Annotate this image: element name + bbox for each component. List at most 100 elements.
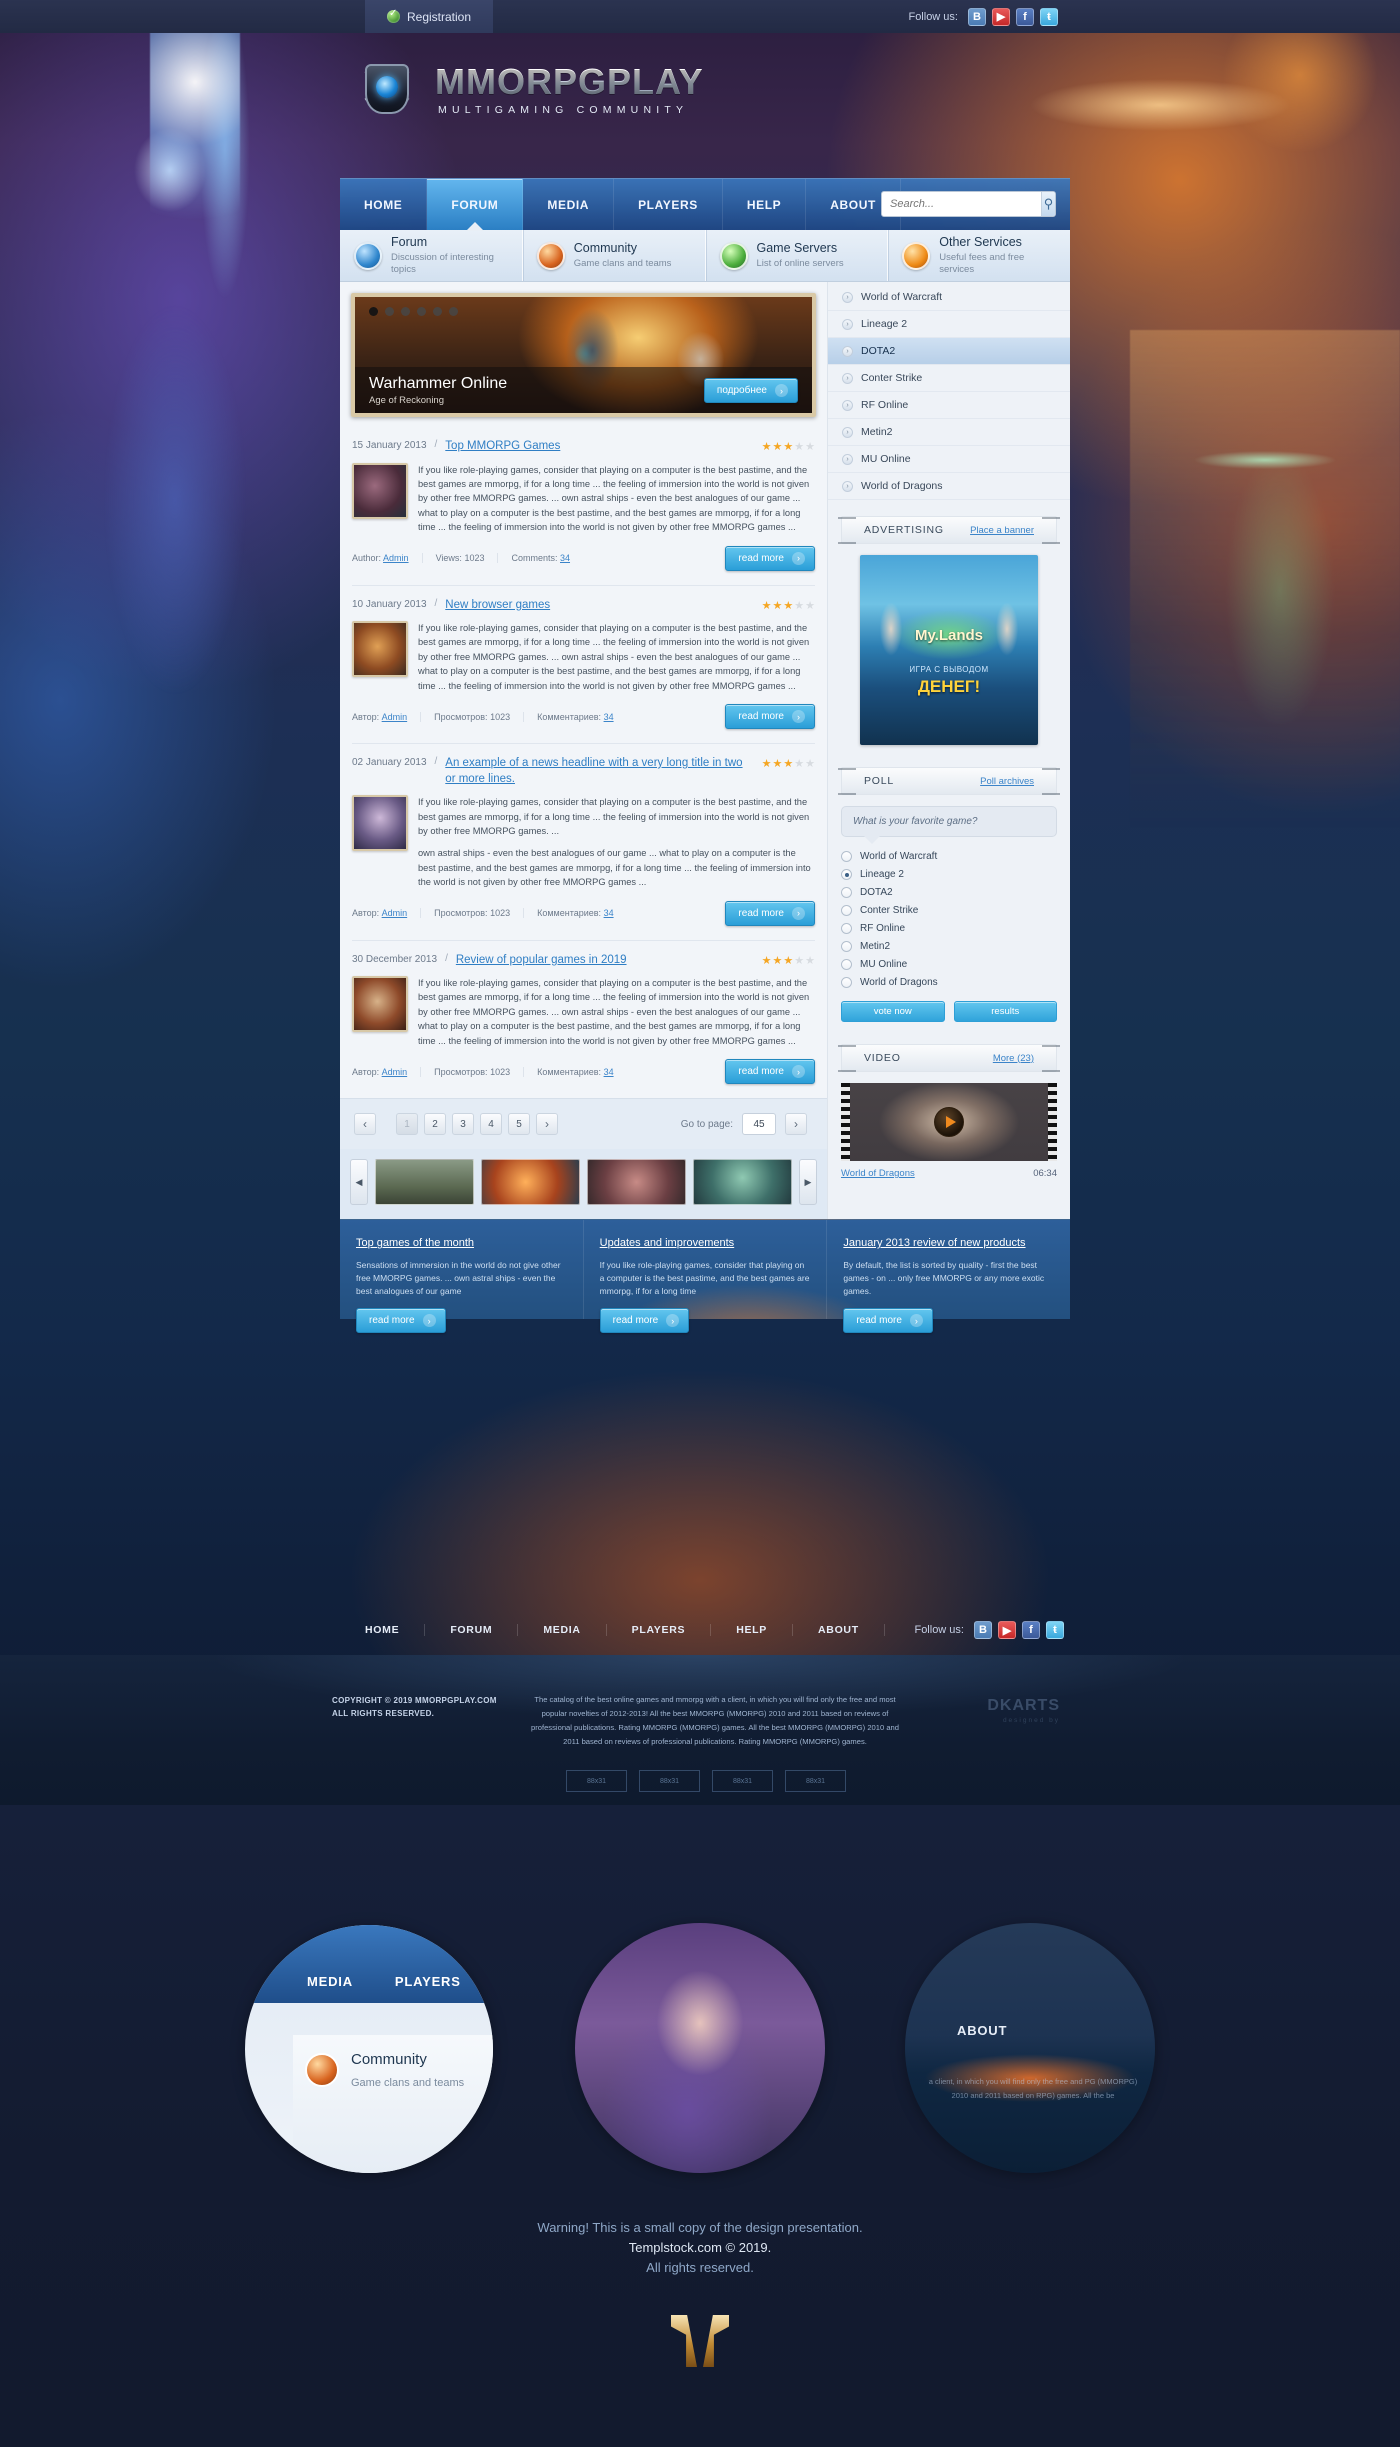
nav-item-forum[interactable]: FORUM (427, 179, 524, 230)
poll-option-mu-online[interactable]: MU Online (841, 959, 1057, 970)
game-item-rf-online[interactable]: › RF Online (828, 392, 1070, 419)
promo-read-more-button[interactable]: read more › (843, 1308, 933, 1334)
game-item-lineage-2[interactable]: › Lineage 2 (828, 311, 1070, 338)
category-community[interactable]: Community Game clans and teams (523, 230, 706, 281)
registration-button[interactable]: Registration (365, 0, 494, 33)
slider-dot-6[interactable] (449, 307, 458, 316)
facebook-icon[interactable]: f (1022, 1621, 1040, 1639)
slider-dot-4[interactable] (417, 307, 426, 316)
radio-icon[interactable] (841, 905, 852, 916)
gallery-prev-button[interactable]: ◀ (350, 1159, 368, 1206)
pagination-page-2[interactable]: 2 (424, 1113, 446, 1136)
poll-option-metin2[interactable]: Metin2 (841, 941, 1057, 952)
pagination-page-3[interactable]: 3 (452, 1113, 474, 1136)
promo-read-more-button[interactable]: read more › (356, 1308, 446, 1334)
twitter-icon[interactable]: ŧ (1046, 1621, 1064, 1639)
video-more-link[interactable]: More (23) (993, 1053, 1034, 1064)
radio-icon[interactable] (841, 887, 852, 898)
category-forum[interactable]: Forum Discussion of interesting topics (340, 230, 523, 281)
slider-dot-1[interactable] (369, 307, 378, 316)
footer-nav-media[interactable]: MEDIA (518, 1624, 607, 1636)
news-title[interactable]: New browser games (445, 598, 753, 614)
gallery-thumb-4[interactable] (693, 1159, 792, 1206)
youtube-icon[interactable]: ▶ (998, 1621, 1016, 1639)
slider-dot-5[interactable] (433, 307, 442, 316)
facebook-icon[interactable]: f (1016, 7, 1034, 26)
nav-item-home[interactable]: HOME (340, 179, 428, 230)
footer-banner-4[interactable]: 88x31 (785, 1770, 846, 1792)
news-author-value[interactable]: Admin (383, 553, 409, 563)
poll-option-conter-strike[interactable]: Conter Strike (841, 905, 1057, 916)
game-item-mu-online[interactable]: › MU Online (828, 446, 1070, 473)
poll-option-rf-online[interactable]: RF Online (841, 923, 1057, 934)
news-rating[interactable]: ★ ★ ★ ★ ★ (762, 439, 815, 453)
search-icon[interactable]: ⚲ (1041, 192, 1055, 216)
news-author-value[interactable]: Admin (382, 908, 408, 918)
radio-icon[interactable] (841, 959, 852, 970)
footer-nav-home[interactable]: HOME (340, 1624, 426, 1636)
play-icon[interactable] (934, 1107, 964, 1137)
radio-icon[interactable] (841, 923, 852, 934)
news-thumbnail[interactable] (352, 795, 408, 852)
poll-results-button[interactable]: results (953, 1001, 1057, 1022)
news-rating[interactable]: ★ ★ ★ ★ ★ (762, 953, 815, 967)
search-input[interactable] (882, 198, 1041, 210)
radio-icon[interactable] (841, 977, 852, 988)
vote-now-button[interactable]: vote now (841, 1001, 945, 1022)
pagination-prev[interactable]: ‹ (354, 1113, 376, 1136)
slider-dot-2[interactable] (385, 307, 394, 316)
news-title[interactable]: An example of a news headline with a ver… (445, 756, 753, 787)
vk-icon[interactable]: B (974, 1621, 992, 1639)
read-more-button[interactable]: read more › (725, 704, 815, 730)
news-title[interactable]: Review of popular games in 2019 (456, 953, 754, 969)
ad-banner[interactable]: My.Lands ИГРА С ВЫВОДОМ ДЕНЕГ! (860, 555, 1038, 745)
radio-icon[interactable] (841, 869, 852, 880)
news-rating[interactable]: ★ ★ ★ ★ ★ (762, 598, 815, 612)
news-rating[interactable]: ★ ★ ★ ★ ★ (762, 756, 815, 770)
poll-option-dota2[interactable]: DOTA2 (841, 887, 1057, 898)
video-item-name[interactable]: World of Dragons (841, 1168, 915, 1179)
pagination-page-5[interactable]: 5 (508, 1113, 530, 1136)
poll-option-world-of-dragons[interactable]: World of Dragons (841, 977, 1057, 988)
footer-banner-3[interactable]: 88x31 (712, 1770, 773, 1792)
game-item-metin2[interactable]: › Metin2 (828, 419, 1070, 446)
twitter-icon[interactable]: ŧ (1040, 7, 1058, 26)
nav-item-media[interactable]: MEDIA (523, 179, 615, 230)
footer-nav-about[interactable]: ABOUT (793, 1624, 885, 1636)
featured-slider[interactable]: Warhammer Online Age of Reckoning подроб… (351, 293, 816, 417)
news-comments-value[interactable]: 34 (604, 712, 614, 722)
footer-nav-forum[interactable]: FORUM (425, 1624, 519, 1636)
footer-nav-players[interactable]: PLAYERS (607, 1624, 712, 1636)
site-logo[interactable]: MMORPGPLAY MULTIGAMING COMMUNITY (355, 58, 704, 122)
game-item-dota2[interactable]: › DOTA2 (828, 338, 1070, 365)
nav-item-players[interactable]: PLAYERS (614, 179, 723, 230)
vk-icon[interactable]: B (968, 7, 986, 26)
news-author-value[interactable]: Admin (382, 1067, 408, 1077)
read-more-button[interactable]: read more › (725, 545, 815, 571)
news-title[interactable]: Top MMORPG Games (445, 439, 753, 455)
read-more-button[interactable]: read more › (725, 1059, 815, 1085)
news-thumbnail[interactable] (352, 462, 408, 519)
pagination-next[interactable]: › (536, 1113, 558, 1136)
radio-icon[interactable] (841, 851, 852, 862)
promo-title[interactable]: Top games of the month (356, 1237, 474, 1249)
footer-banner-2[interactable]: 88x31 (639, 1770, 700, 1792)
news-thumbnail[interactable] (352, 976, 408, 1033)
promo-read-more-button[interactable]: read more › (599, 1308, 690, 1334)
game-item-world-of-warcraft[interactable]: › World of Warcraft (828, 284, 1070, 311)
pagination-page-1[interactable]: 1 (396, 1113, 418, 1136)
pagination-page-4[interactable]: 4 (480, 1113, 502, 1136)
read-more-button[interactable]: read more › (725, 900, 815, 926)
footer-nav-help[interactable]: HELP (711, 1624, 793, 1636)
video-thumbnail[interactable] (841, 1083, 1057, 1161)
gallery-thumb-3[interactable] (587, 1159, 686, 1206)
category-game-servers[interactable]: Game Servers List of online servers (706, 230, 889, 281)
game-item-world-of-dragons[interactable]: › World of Dragons (828, 473, 1070, 500)
game-item-conter-strike[interactable]: › Conter Strike (828, 365, 1070, 392)
promo-title[interactable]: January 2013 review of new products (843, 1237, 1025, 1249)
goto-page-input[interactable] (742, 1113, 776, 1136)
place-a-banner-link[interactable]: Place a banner (970, 525, 1034, 536)
footer-banner-1[interactable]: 88x31 (566, 1770, 627, 1792)
goto-page-button[interactable]: › (785, 1113, 807, 1136)
news-comments-value[interactable]: 34 (560, 553, 570, 563)
